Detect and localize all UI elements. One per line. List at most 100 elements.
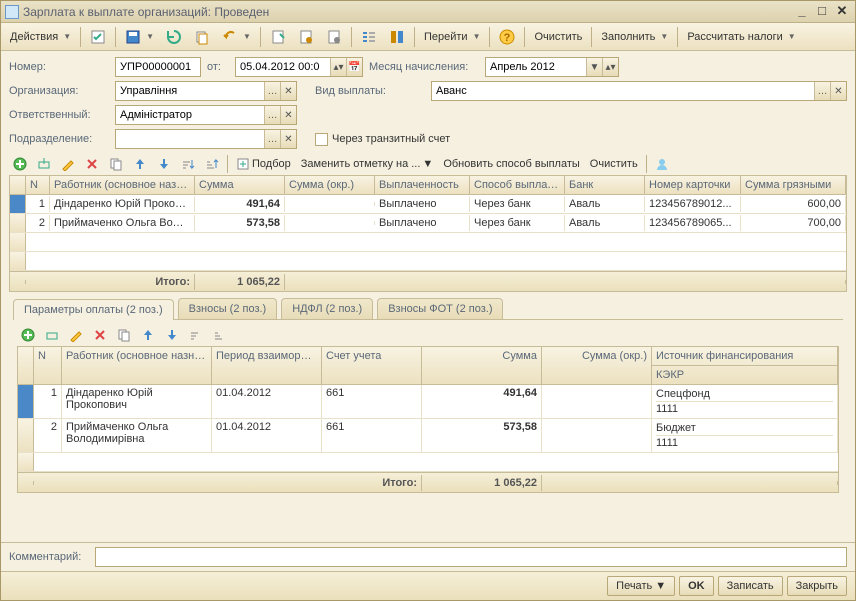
- transit-checkbox[interactable]: Через транзитный счет: [315, 133, 450, 146]
- move-up-button[interactable]: [129, 155, 151, 173]
- save-icon-button[interactable]: ▼: [120, 26, 159, 48]
- comment-input[interactable]: [95, 547, 847, 567]
- paytype-label: Вид выплаты:: [315, 85, 425, 97]
- titlebar: Зарплата к выплате организаций: Проведен…: [1, 1, 855, 23]
- close-button-footer[interactable]: Закрыть: [787, 576, 847, 596]
- actions-menu[interactable]: Действия▼: [5, 28, 76, 46]
- org-label: Организация:: [9, 85, 109, 97]
- maximize-button[interactable]: □: [813, 4, 831, 20]
- paytype-clear-icon[interactable]: ✕: [830, 82, 846, 100]
- sort-desc-button-2[interactable]: [209, 326, 231, 344]
- paytype-select-icon[interactable]: …: [814, 82, 830, 100]
- division-clear-icon[interactable]: ✕: [280, 130, 296, 148]
- sort-asc-button[interactable]: [177, 155, 199, 173]
- ok-button[interactable]: OK: [679, 576, 714, 596]
- tab-panel: N Работник (основное назначение) Период …: [13, 319, 843, 497]
- insert-row-button-2[interactable]: [41, 326, 63, 344]
- responsible-select-icon[interactable]: …: [264, 106, 280, 124]
- minimize-button[interactable]: _: [793, 4, 811, 20]
- save-button[interactable]: Записать: [718, 576, 783, 596]
- responsible-input[interactable]: …✕: [115, 105, 297, 125]
- division-input[interactable]: …✕: [115, 129, 297, 149]
- paytype-input[interactable]: …✕: [431, 81, 847, 101]
- org-select-icon[interactable]: …: [264, 82, 280, 100]
- undo-icon-button[interactable]: ▼: [217, 26, 256, 48]
- month-spinner-icon[interactable]: ▴▾: [602, 58, 618, 76]
- tab-ndfl[interactable]: НДФЛ (2 поз.): [281, 298, 373, 319]
- clear-button[interactable]: Очистить: [529, 28, 587, 46]
- user-icon-button[interactable]: [651, 155, 673, 173]
- grid2-toolbar: [17, 324, 839, 346]
- grid1-clear-button[interactable]: Очистить: [586, 156, 642, 172]
- doc-button-1[interactable]: [265, 26, 291, 48]
- close-button[interactable]: ✕: [833, 4, 851, 20]
- month-select[interactable]: ▼▴▾: [485, 57, 619, 77]
- date-spinner-icon[interactable]: ▴▾: [330, 58, 346, 76]
- copy-row-button-2[interactable]: [113, 326, 135, 344]
- help-button[interactable]: ?: [494, 26, 520, 48]
- goto-menu[interactable]: Перейти▼: [419, 28, 486, 46]
- comment-bar: Комментарий:: [1, 542, 855, 571]
- form-area: Номер: от: ▴▾📅 Месяц начисления: ▼▴▾ Орг…: [1, 51, 855, 503]
- move-down-button[interactable]: [153, 155, 175, 173]
- grid1-toolbar: Подбор Заменить отметку на ...▼ Обновить…: [9, 153, 847, 175]
- doc-button-2[interactable]: [293, 26, 319, 48]
- move-up-button-2[interactable]: [137, 326, 159, 344]
- calc-taxes-menu[interactable]: Рассчитать налоги▼: [682, 28, 800, 46]
- doc-icon: [5, 5, 19, 19]
- sort-desc-button[interactable]: [201, 155, 223, 173]
- col-gross[interactable]: Сумма грязными: [741, 176, 846, 194]
- refresh-method-button[interactable]: Обновить способ выплаты: [439, 156, 583, 172]
- delete-row-button[interactable]: [81, 155, 103, 173]
- responsible-clear-icon[interactable]: ✕: [280, 106, 296, 124]
- date-input[interactable]: ▴▾📅: [235, 57, 363, 77]
- col-method[interactable]: Способ выплаты: [470, 176, 565, 194]
- copy-icon-button[interactable]: [189, 26, 215, 48]
- refresh-icon-button[interactable]: [161, 26, 187, 48]
- edit-row-button-2[interactable]: [65, 326, 87, 344]
- comment-label: Комментарий:: [9, 551, 89, 563]
- insert-row-button[interactable]: [33, 155, 55, 173]
- table-row[interactable]: 2 Приймаченко Ольга Воло... 573,58 Выпла…: [10, 214, 846, 233]
- move-down-button-2[interactable]: [161, 326, 183, 344]
- division-select-icon[interactable]: …: [264, 130, 280, 148]
- copy-row-button[interactable]: [105, 155, 127, 173]
- employees-grid: N Работник (основное назн... Сумма Сумма…: [9, 175, 847, 292]
- month-dropdown-icon[interactable]: ▼: [586, 58, 602, 76]
- add-row-button[interactable]: [9, 155, 31, 173]
- org-input[interactable]: …✕: [115, 81, 297, 101]
- replace-mark-button[interactable]: Заменить отметку на ...▼: [297, 156, 438, 172]
- col-sum[interactable]: Сумма: [195, 176, 285, 194]
- number-input[interactable]: [115, 57, 201, 77]
- list-button-1[interactable]: [356, 26, 382, 48]
- month-label: Месяц начисления:: [369, 61, 479, 73]
- col-n[interactable]: N: [26, 176, 50, 194]
- print-menu[interactable]: Печать▼: [607, 576, 675, 596]
- col-bank[interactable]: Банк: [565, 176, 645, 194]
- list-button-2[interactable]: [384, 26, 410, 48]
- add-row-button-2[interactable]: [17, 326, 39, 344]
- pick-button[interactable]: Подбор: [232, 155, 295, 173]
- window: Зарплата к выплате организаций: Проведен…: [0, 0, 856, 601]
- table-row[interactable]: 1 Діндаренко Юрій Прокоп... 491,64 Выпла…: [10, 195, 846, 214]
- col-worker[interactable]: Работник (основное назн...: [50, 176, 195, 194]
- col-sum-r[interactable]: Сумма (окр.): [285, 176, 375, 194]
- col-paid[interactable]: Выплаченность: [375, 176, 470, 194]
- edit-row-button[interactable]: [57, 155, 79, 173]
- tab-contributions[interactable]: Взносы (2 поз.): [178, 298, 278, 319]
- doc-button-3[interactable]: [321, 26, 347, 48]
- table-row[interactable]: 1 Діндаренко Юрій Прокопович 01.04.2012 …: [18, 385, 838, 419]
- fill-menu[interactable]: Заполнить▼: [596, 28, 673, 46]
- table-row[interactable]: 2 Приймаченко Ольга Володимирівна 01.04.…: [18, 419, 838, 453]
- sort-asc-button-2[interactable]: [185, 326, 207, 344]
- delete-row-button-2[interactable]: [89, 326, 111, 344]
- tab-payment-params[interactable]: Параметры оплаты (2 поз.): [13, 299, 174, 320]
- date-label: от:: [207, 61, 229, 73]
- responsible-label: Ответственный:: [9, 109, 109, 121]
- date-calendar-icon[interactable]: 📅: [346, 58, 362, 76]
- tab-contributions-fot[interactable]: Взносы ФОТ (2 поз.): [377, 298, 503, 319]
- org-clear-icon[interactable]: ✕: [280, 82, 296, 100]
- post-button[interactable]: [85, 26, 111, 48]
- payment-params-grid: N Работник (основное назначение) Период …: [17, 346, 839, 493]
- col-card[interactable]: Номер карточки: [645, 176, 741, 194]
